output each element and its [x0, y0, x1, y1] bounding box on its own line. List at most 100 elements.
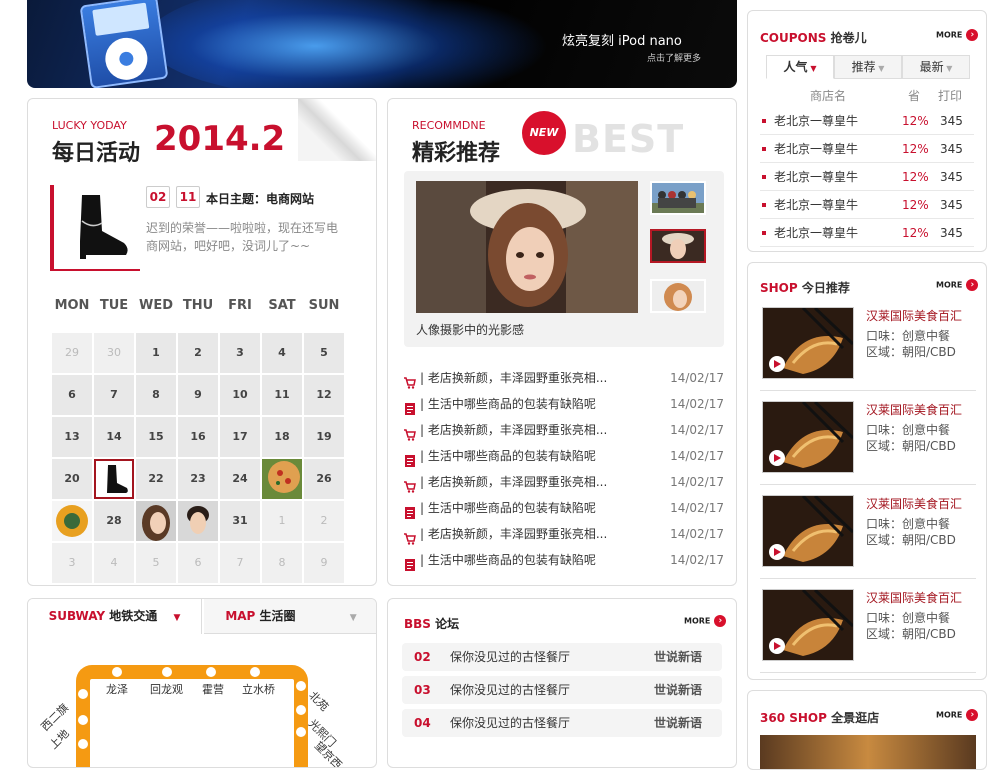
cart-icon	[404, 424, 416, 441]
coupon-row[interactable]: 老北京一尊皇牛 12% 345	[760, 191, 974, 219]
tab-popular[interactable]: 人气 ▼	[766, 55, 834, 79]
news-item[interactable]: | 老店换新颜，丰泽园野重张亮相... 14/02/17	[402, 417, 724, 443]
banner-subtext[interactable]: 点击了解更多	[647, 51, 701, 64]
calendar-day[interactable]: 18	[262, 417, 302, 457]
coupon-shop-name: 老北京一尊皇牛	[774, 142, 859, 156]
news-item[interactable]: | 生活中哪些商品的包装有缺陷呢 14/02/17	[402, 391, 724, 417]
station-label[interactable]: 霍营	[202, 681, 224, 697]
calendar-day[interactable]: 7	[220, 543, 260, 583]
station-label[interactable]: 龙泽	[106, 681, 128, 697]
calendar-day-selected[interactable]	[94, 459, 134, 499]
news-item[interactable]: | 生活中哪些商品的包装有缺陷呢 14/02/17	[402, 547, 724, 573]
food-image[interactable]	[762, 589, 854, 661]
station-label[interactable]: 西二旗	[37, 700, 72, 735]
food-image[interactable]	[762, 401, 854, 473]
featured-caption[interactable]: 人像摄影中的光影感	[416, 321, 524, 338]
calendar-day[interactable]: 23	[178, 459, 218, 499]
featured-photo[interactable]	[416, 181, 638, 313]
shop-name[interactable]: 汉莱国际美食百汇	[866, 589, 962, 606]
calendar-day[interactable]: 2	[304, 501, 344, 541]
calendar-day[interactable]: 1	[262, 501, 302, 541]
calendar-day[interactable]: 4	[262, 333, 302, 373]
shop-more-link[interactable]: MORE ›	[936, 279, 979, 291]
calendar-day[interactable]: 12	[304, 375, 344, 415]
calendar-day[interactable]: 9	[178, 375, 218, 415]
calendar-day[interactable]: 3	[52, 543, 92, 583]
calendar-day[interactable]: 7	[94, 375, 134, 415]
tab-latest[interactable]: 最新 ▼	[902, 55, 970, 79]
calendar-day[interactable]: 3	[220, 333, 260, 373]
shop-name[interactable]: 汉莱国际美食百汇	[866, 495, 962, 512]
news-item[interactable]: | 生活中哪些商品的包装有缺陷呢 14/02/17	[402, 443, 724, 469]
calendar-day[interactable]: 8	[136, 375, 176, 415]
coupons-title-cn: 抢卷儿	[830, 31, 867, 45]
thumbnail-portrait[interactable]	[650, 229, 706, 263]
shop-item[interactable]: 汉莱国际美食百汇 口味：创意中餐 区域：朝阳/CBD	[760, 303, 976, 391]
calendar-day[interactable]	[136, 501, 176, 541]
thumbnail-group-photo[interactable]	[650, 181, 706, 215]
calendar-day[interactable]: 17	[220, 417, 260, 457]
calendar-day[interactable]	[52, 501, 92, 541]
shop360-more-link[interactable]: MORE ›	[936, 709, 979, 721]
calendar-day[interactable]: 10	[220, 375, 260, 415]
coupon-row[interactable]: 老北京一尊皇牛 12% 345	[760, 163, 974, 191]
calendar-day[interactable]: 19	[304, 417, 344, 457]
calendar-day[interactable]: 2	[178, 333, 218, 373]
shop-item[interactable]: 汉莱国际美食百汇 口味：创意中餐 区域：朝阳/CBD	[760, 585, 976, 673]
station-label[interactable]: 立水桥	[242, 681, 275, 697]
calendar-day[interactable]: 31	[220, 501, 260, 541]
coupon-discount: 12%	[902, 198, 929, 212]
calendar-day[interactable]: 9	[304, 543, 344, 583]
calendar-day[interactable]: 1	[136, 333, 176, 373]
bbs-more-link[interactable]: MORE ›	[684, 615, 727, 627]
calendar-day[interactable]: 6	[178, 543, 218, 583]
calendar-day[interactable]: 22	[136, 459, 176, 499]
panorama-image[interactable]	[760, 735, 976, 769]
calendar-day[interactable]	[262, 459, 302, 499]
coupon-print-count: 345	[940, 142, 963, 156]
calendar-day[interactable]: 13	[52, 417, 92, 457]
station-label[interactable]: 回龙观	[150, 681, 183, 697]
calendar-day[interactable]: 26	[304, 459, 344, 499]
tab-subway[interactable]: SUBWAY 地铁交通 ▼	[28, 599, 202, 634]
news-item[interactable]: | 老店换新颜，丰泽园野重张亮相... 14/02/17	[402, 521, 724, 547]
calendar-day[interactable]: 11	[262, 375, 302, 415]
shop-item[interactable]: 汉莱国际美食百汇 口味：创意中餐 区域：朝阳/CBD	[760, 491, 976, 579]
shop-name[interactable]: 汉莱国际美食百汇	[866, 307, 962, 324]
calendar-day[interactable]: 20	[52, 459, 92, 499]
calendar-day[interactable]	[178, 501, 218, 541]
bbs-topic-row[interactable]: 03 保你没见过的古怪餐厅 世说新语	[402, 676, 722, 704]
tab-map[interactable]: MAP 生活圈 ▼	[204, 599, 376, 634]
calendar-day[interactable]: 28	[94, 501, 134, 541]
news-item[interactable]: | 生活中哪些商品的包装有缺陷呢 14/02/17	[402, 495, 724, 521]
coupon-row[interactable]: 老北京一尊皇牛 12% 345	[760, 107, 974, 135]
calendar-day[interactable]: 8	[262, 543, 302, 583]
station-label[interactable]: 北苑	[306, 688, 333, 715]
coupons-more-link[interactable]: MORE ›	[936, 29, 979, 41]
calendar-day[interactable]: 24	[220, 459, 260, 499]
coupon-row[interactable]: 老北京一尊皇牛 12% 345	[760, 135, 974, 163]
calendar-day[interactable]: 4	[94, 543, 134, 583]
calendar-day[interactable]: 30	[94, 333, 134, 373]
calendar-day[interactable]: 15	[136, 417, 176, 457]
calendar-day[interactable]: 16	[178, 417, 218, 457]
calendar-day[interactable]: 5	[304, 333, 344, 373]
bbs-topic-row[interactable]: 04 保你没见过的古怪餐厅 世说新语	[402, 709, 722, 737]
shop-name[interactable]: 汉莱国际美食百汇	[866, 401, 962, 418]
news-item[interactable]: | 老店换新颜，丰泽园野重张亮相... 14/02/17	[402, 365, 724, 391]
thumbnail-blonde[interactable]	[650, 279, 706, 313]
calendar-day[interactable]: 14	[94, 417, 134, 457]
food-image[interactable]	[762, 495, 854, 567]
document-icon	[404, 450, 416, 467]
news-item[interactable]: | 老店换新颜，丰泽园野重张亮相... 14/02/17	[402, 469, 724, 495]
calendar-day[interactable]: 29	[52, 333, 92, 373]
ipod-banner[interactable]: 炫亮复刻 iPod nano 点击了解更多	[27, 0, 737, 88]
calendar-day[interactable]: 6	[52, 375, 92, 415]
shop-item[interactable]: 汉莱国际美食百汇 口味：创意中餐 区域：朝阳/CBD	[760, 397, 976, 485]
tab-recommend[interactable]: 推荐 ▼	[834, 55, 902, 79]
news-title: | 老店换新颜，丰泽园野重张亮相...	[420, 423, 608, 437]
calendar-day[interactable]: 5	[136, 543, 176, 583]
bbs-topic-row[interactable]: 02 保你没见过的古怪餐厅 世说新语	[402, 643, 722, 671]
coupon-row[interactable]: 老北京一尊皇牛 12% 345	[760, 219, 974, 247]
food-image[interactable]	[762, 307, 854, 379]
